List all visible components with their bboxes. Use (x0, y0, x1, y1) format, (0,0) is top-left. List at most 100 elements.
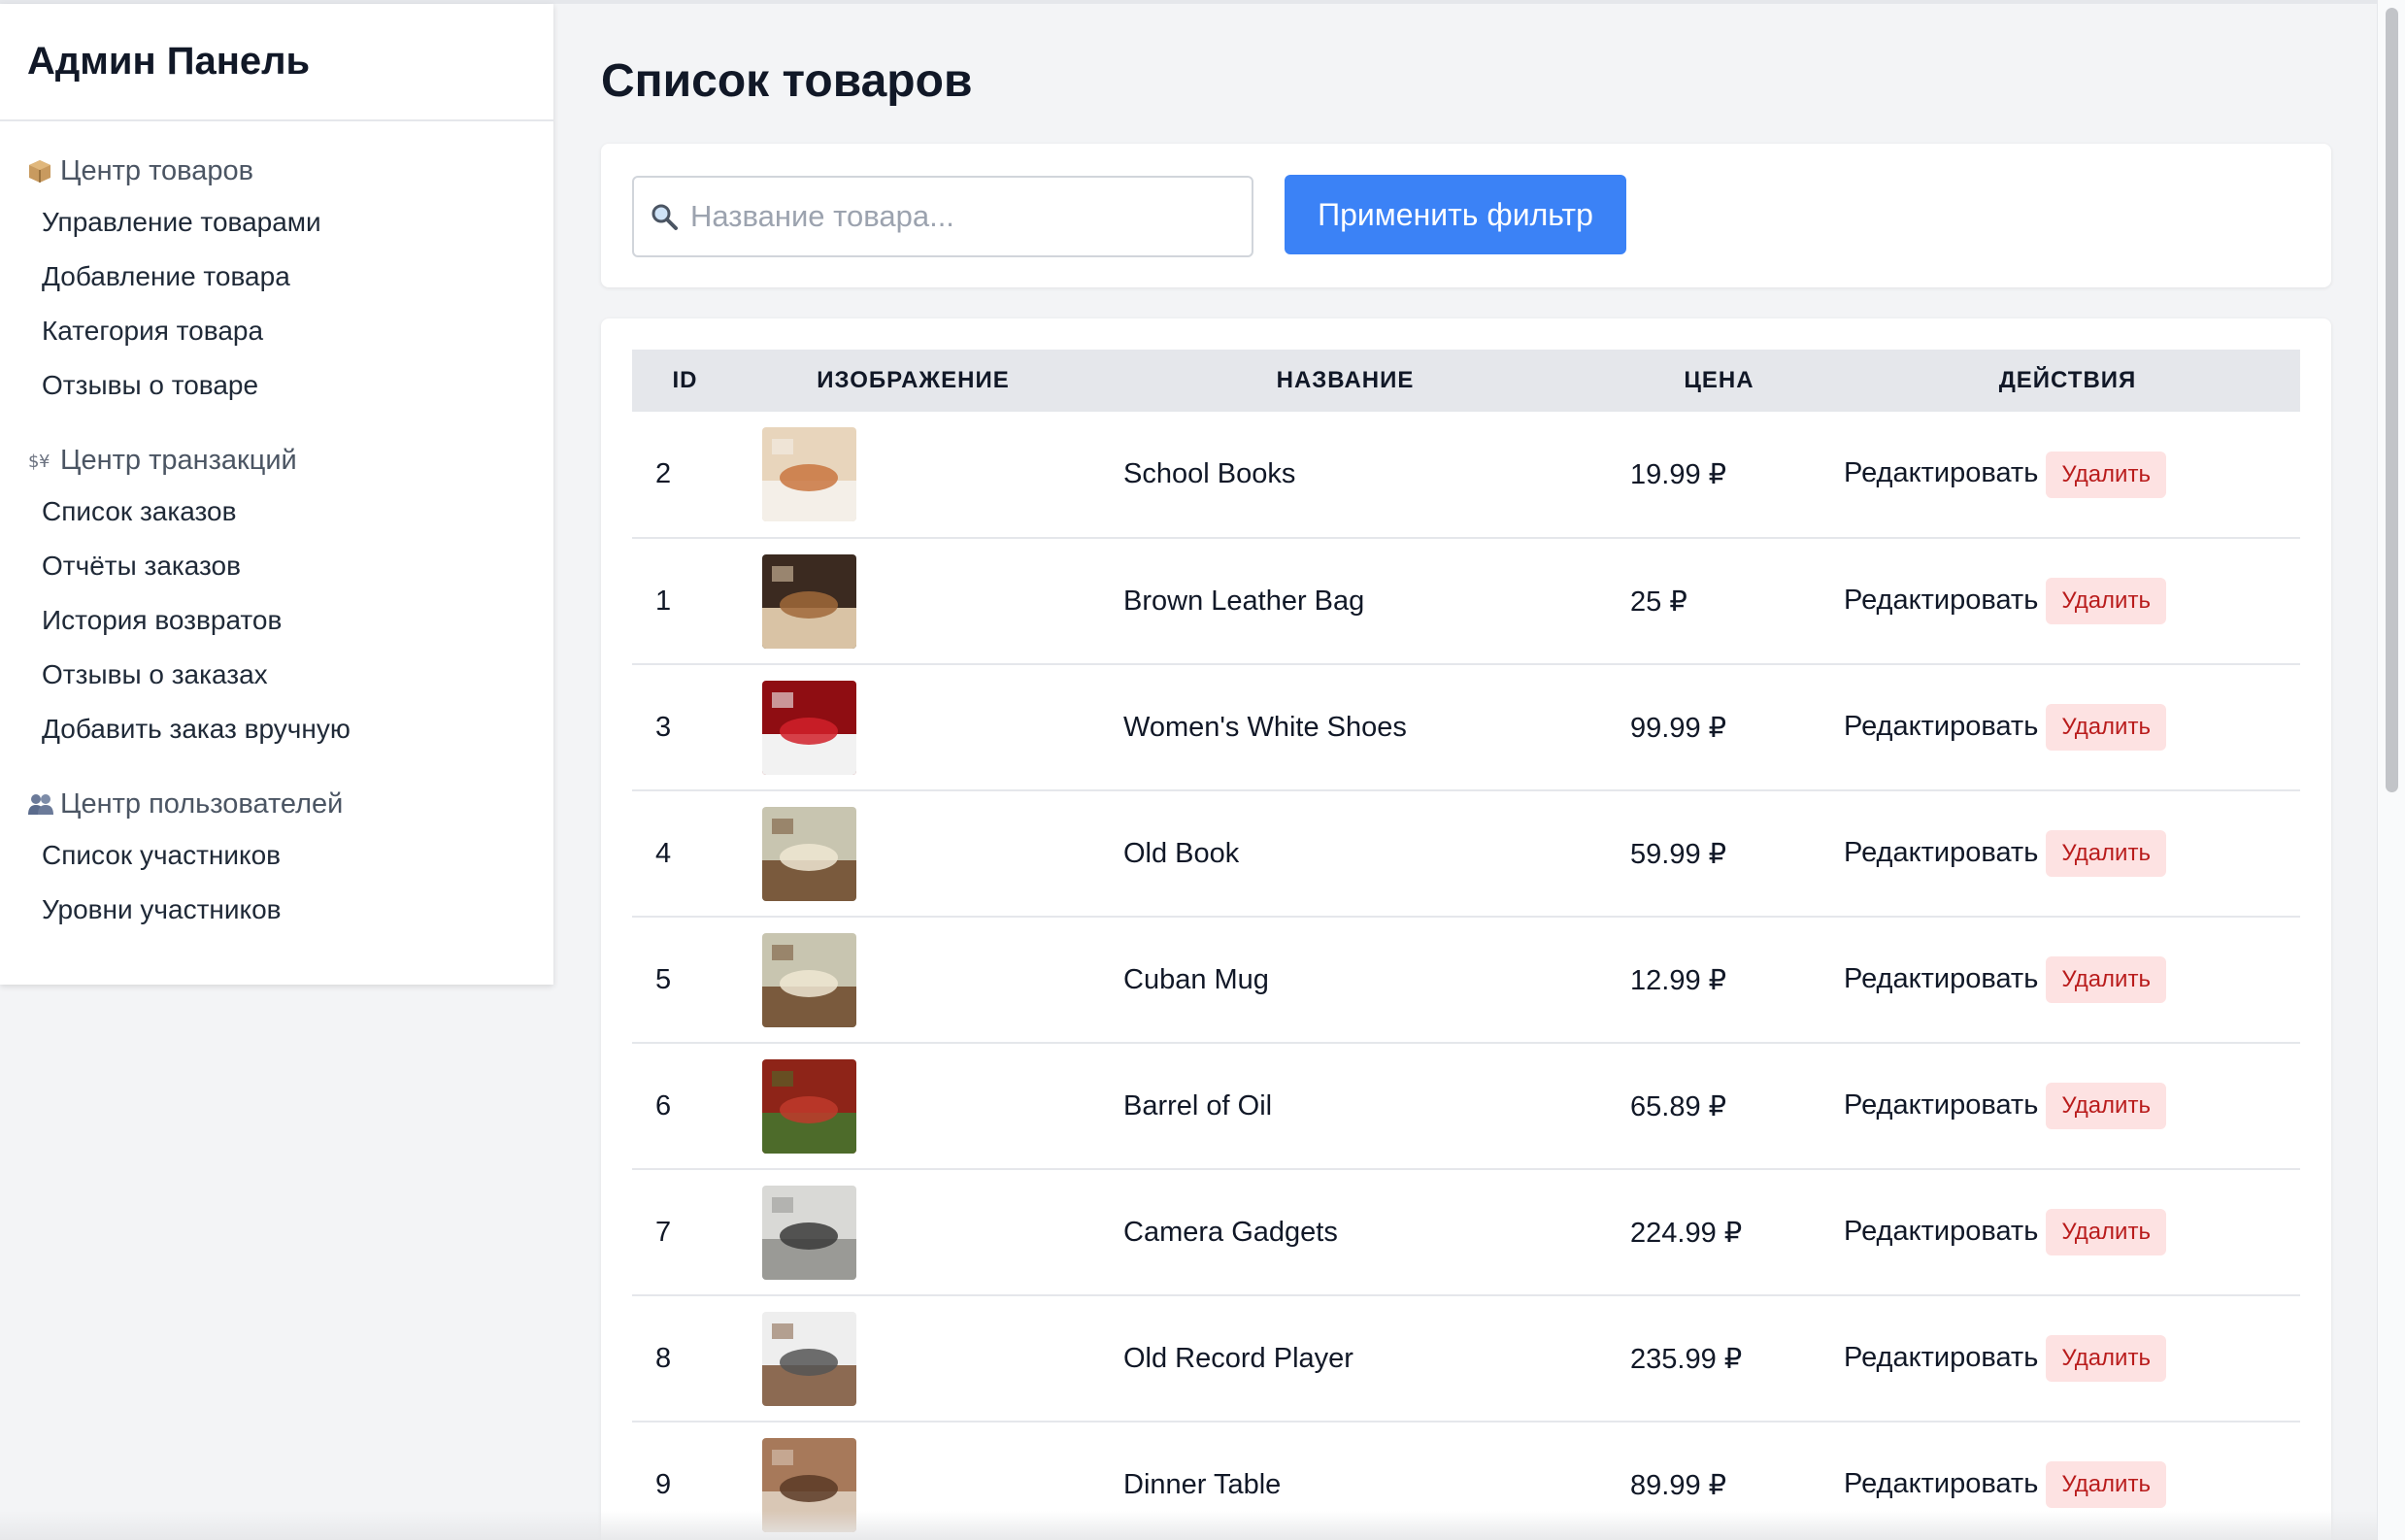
sidebar-nav-item[interactable]: Отзывы о товаре (0, 358, 553, 413)
sidebar-section-title: $ ¥ Центр транзакций (0, 436, 553, 485)
cell-price: 224.99 ₽ (1630, 1217, 1743, 1249)
cell-id: 7 (655, 1216, 672, 1248)
scrollbar-thumb[interactable] (2386, 8, 2398, 792)
edit-link[interactable]: Редактировать (1844, 837, 2038, 868)
product-thumbnail (762, 932, 856, 1027)
table-row: 5 Cuban Mug 12.99 ₽ Редактировать Удалить (632, 917, 2300, 1043)
cell-name: Brown Leather Bag (1123, 585, 1365, 617)
edit-link[interactable]: Редактировать (1844, 1342, 2038, 1373)
delete-button[interactable]: Удалить (2046, 578, 2166, 624)
cell-image (739, 790, 1088, 917)
delete-button[interactable]: Удалить (2046, 451, 2166, 498)
edit-link[interactable]: Редактировать (1844, 1089, 2038, 1121)
product-thumbnail (762, 806, 856, 901)
cell-actions: Редактировать Удалить (1836, 538, 2300, 664)
cell-id: 6 (655, 1089, 672, 1122)
apply-filter-button[interactable]: Применить фильтр (1285, 175, 1626, 254)
table-row: 6 Barrel of Oil 65.89 ₽ Редактировать Удалит… (632, 1043, 2300, 1169)
delete-button[interactable]: Удалить (2046, 1209, 2166, 1255)
delete-button[interactable]: Удалить (2046, 1083, 2166, 1129)
cell-price: 59.99 ₽ (1630, 838, 1727, 870)
header-price: ЦЕНА (1684, 367, 1754, 393)
sidebar-nav-item[interactable]: Добавление товара (0, 250, 553, 304)
cell-image (739, 412, 1088, 538)
cell-actions: Редактировать Удалить (1836, 664, 2300, 790)
product-thumbnail (762, 680, 856, 775)
cell-image (739, 538, 1088, 664)
admin-page: Админ Панель Центр товаров Управление тов… (0, 0, 2405, 1540)
cell-id: 8 (655, 1342, 672, 1374)
svg-text:$: $ (28, 452, 39, 472)
edit-link[interactable]: Редактировать (1844, 1216, 2038, 1247)
page-scrollbar[interactable] (2377, 0, 2405, 1540)
bottom-edge (0, 1511, 2377, 1540)
cell-name: School Books (1123, 458, 1296, 489)
sidebar: Админ Панель Центр товаров Управление тов… (0, 4, 553, 985)
search-field[interactable] (632, 176, 1253, 257)
cell-id: 4 (655, 837, 672, 869)
sidebar-nav-item[interactable]: История возвратов (0, 593, 553, 648)
cell-price: 19.99 ₽ (1630, 459, 1727, 490)
sidebar-section-title: Центр пользователей (0, 780, 553, 828)
table-body: 2 School Books 19.99 ₽ Редактировать Удалить… (632, 412, 2300, 1540)
sidebar-nav-item[interactable]: Отзывы о заказах (0, 648, 553, 702)
cell-image (739, 1043, 1088, 1169)
delete-button[interactable]: Удалить (2046, 830, 2166, 877)
sidebar-nav-item[interactable]: Уровни участников (0, 883, 553, 937)
delete-button[interactable]: Удалить (2046, 704, 2166, 751)
sidebar-nav: Центр товаров Управление товарами Добавлен… (0, 121, 553, 937)
edit-link[interactable]: Редактировать (1844, 1468, 2038, 1499)
sidebar-section-label: Центр товаров (60, 154, 254, 186)
cell-actions: Редактировать Удалить (1836, 1295, 2300, 1422)
cell-id: 1 (655, 585, 672, 617)
sidebar-nav-item[interactable]: Список участников (0, 828, 553, 883)
header-id: ID (672, 367, 698, 393)
sidebar-nav-item[interactable]: Список заказов (0, 485, 553, 539)
cell-id: 2 (655, 458, 672, 489)
header-name: НАЗВАНИЕ (1276, 367, 1415, 393)
sidebar-section-label: Центр транзакций (60, 444, 297, 476)
table-row: 1 Brown Leather Bag 25 ₽ Редактировать Удали… (632, 538, 2300, 664)
cell-price: 65.89 ₽ (1630, 1090, 1727, 1122)
edit-link[interactable]: Редактировать (1844, 711, 2038, 742)
sidebar-nav-item[interactable]: Отчёты заказов (0, 539, 553, 593)
delete-button[interactable]: Удалить (2046, 1335, 2166, 1382)
header-actions: ДЕЙСТВИЯ (1998, 367, 2137, 393)
cell-actions: Редактировать Удалить (1836, 1169, 2300, 1295)
table-row: 3 Women's White Shoes 99.99 ₽ Редактировать… (632, 664, 2300, 790)
edit-link[interactable]: Редактировать (1844, 963, 2038, 994)
sidebar-section-label: Центр пользователей (60, 787, 344, 820)
cell-name: Cuban Mug (1123, 963, 1269, 995)
cell-id: 3 (655, 711, 672, 743)
cell-actions: Редактировать Удалить (1836, 917, 2300, 1043)
cell-actions: Редактировать Удалить (1836, 790, 2300, 917)
products-table-card: ID ИЗОБРАЖЕНИЕ НАЗВАНИЕ ЦЕНА ДЕЙСТВИЯ 2 S… (601, 318, 2331, 1540)
page-title: Список товаров (601, 55, 973, 107)
table-row: 2 School Books 19.99 ₽ Редактировать Удалить (632, 412, 2300, 538)
cell-image (739, 1169, 1088, 1295)
product-thumbnail (762, 1311, 856, 1406)
cell-image (739, 664, 1088, 790)
product-thumbnail (762, 553, 856, 649)
sidebar-nav-item[interactable]: Добавить заказ вручную (0, 702, 553, 756)
transaction-icon: $ ¥ (27, 448, 60, 473)
edit-link[interactable]: Редактировать (1844, 457, 2038, 488)
sidebar-nav-item[interactable]: Категория товара (0, 304, 553, 358)
delete-button[interactable]: Удалить (2046, 1461, 2166, 1508)
table-header-row: ID ИЗОБРАЖЕНИЕ НАЗВАНИЕ ЦЕНА ДЕЙСТВИЯ (632, 350, 2300, 412)
search-input[interactable] (688, 198, 1232, 235)
products-table: ID ИЗОБРАЖЕНИЕ НАЗВАНИЕ ЦЕНА ДЕЙСТВИЯ 2 S… (632, 350, 2300, 1540)
cell-actions: Редактировать Удалить (1836, 1043, 2300, 1169)
sidebar-header: Админ Панель (0, 4, 553, 121)
cell-price: 235.99 ₽ (1630, 1343, 1743, 1375)
product-thumbnail (762, 427, 856, 521)
cell-name: Old Book (1123, 837, 1240, 869)
table-row: 4 Old Book 59.99 ₽ Редактировать Удалить (632, 790, 2300, 917)
sidebar-title: Админ Панель (27, 40, 311, 83)
package-icon (27, 158, 60, 184)
edit-link[interactable]: Редактировать (1844, 585, 2038, 616)
delete-button[interactable]: Удалить (2046, 956, 2166, 1003)
sidebar-nav-item[interactable]: Управление товарами (0, 195, 553, 250)
